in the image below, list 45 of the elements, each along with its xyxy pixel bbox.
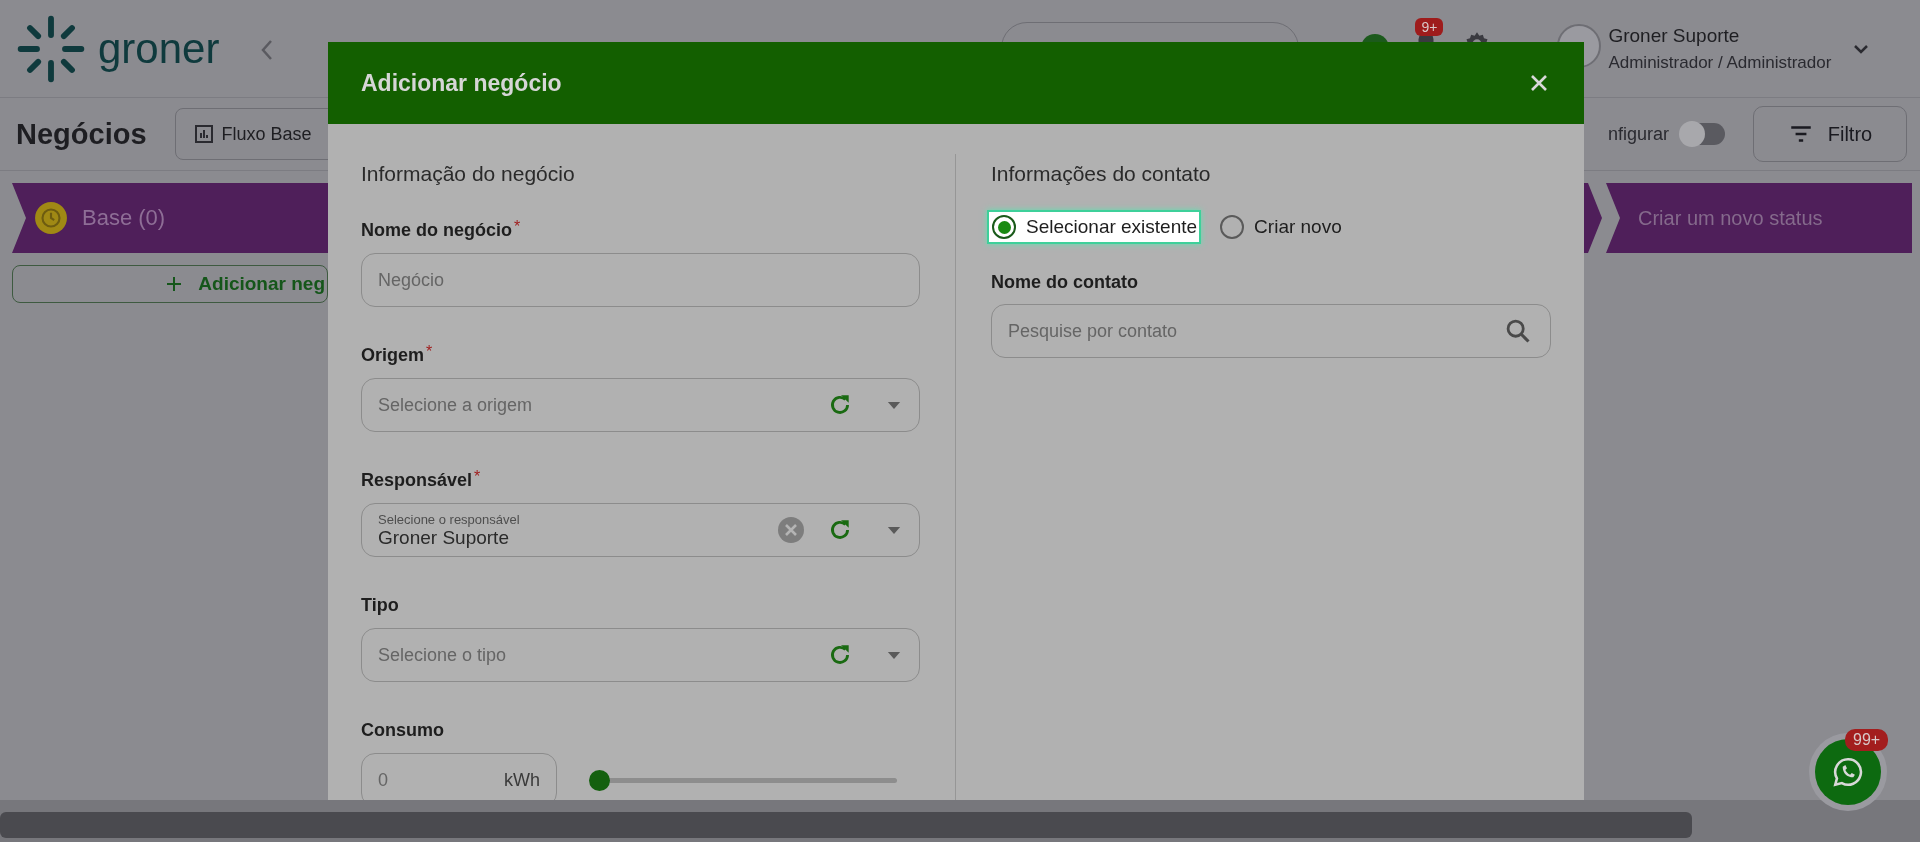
select-field[interactable]: Selecione o responsável Groner Suporte	[361, 503, 920, 557]
field-label: Origem	[361, 344, 425, 366]
user-role: Administrador / Administrador	[1608, 53, 1832, 73]
field-label: Nome do contato	[991, 271, 1139, 293]
field-label: Consumo	[361, 719, 444, 741]
input-field[interactable]: Negócio	[361, 253, 920, 307]
field-label: Responsável	[361, 469, 473, 491]
page-title: Negócios	[16, 117, 147, 151]
clock-icon	[34, 201, 68, 235]
field-label: Nome do negócio	[361, 219, 512, 241]
section-title: Informações do contato	[991, 161, 1212, 187]
chat-badge: 99+	[1845, 729, 1889, 751]
status-label: Base (0)	[82, 205, 166, 231]
select-field[interactable]: Selecione o tipo	[361, 628, 920, 682]
required-mark: *	[474, 469, 481, 487]
clear-icon[interactable]	[777, 516, 805, 544]
section-title: Informação do negócio	[361, 161, 576, 187]
chat-icon	[1831, 755, 1865, 789]
radio-button[interactable]	[992, 215, 1016, 239]
select-field[interactable]: Selecione a origem	[361, 378, 920, 432]
chart-icon	[193, 124, 214, 144]
modal-title: Adicionar negócio	[361, 69, 562, 97]
plus-icon	[166, 276, 183, 292]
search-field[interactable]: Pesquise por contato	[991, 304, 1551, 358]
search-icon	[1504, 317, 1532, 345]
user-name: Groner Suporte	[1608, 25, 1741, 47]
radio-button[interactable]	[1220, 215, 1245, 239]
required-mark: *	[514, 219, 521, 237]
required-mark: *	[426, 344, 433, 362]
add-deal-button[interactable]: Adicionar neg	[12, 265, 328, 303]
logo-icon	[16, 14, 86, 84]
caret-icon[interactable]	[887, 650, 901, 660]
notification-badge: 9+	[1415, 18, 1444, 36]
radio-option[interactable]: Selecionar existente	[989, 212, 1200, 242]
radio-option[interactable]: Criar novo	[1217, 212, 1344, 242]
field-label: Tipo	[361, 594, 399, 616]
configure-label: nfigurar	[1607, 123, 1669, 145]
logo-text: groner	[98, 25, 220, 73]
caret-icon[interactable]	[887, 525, 901, 535]
new-status-button[interactable]: Criar um novo status	[1606, 183, 1912, 253]
configure-toggle[interactable]	[1681, 123, 1725, 145]
filter-button[interactable]: Filtro	[1753, 106, 1907, 162]
scrollbar[interactable]	[0, 812, 1692, 838]
slider-thumb[interactable]	[589, 769, 610, 791]
caret-icon[interactable]	[887, 400, 901, 410]
